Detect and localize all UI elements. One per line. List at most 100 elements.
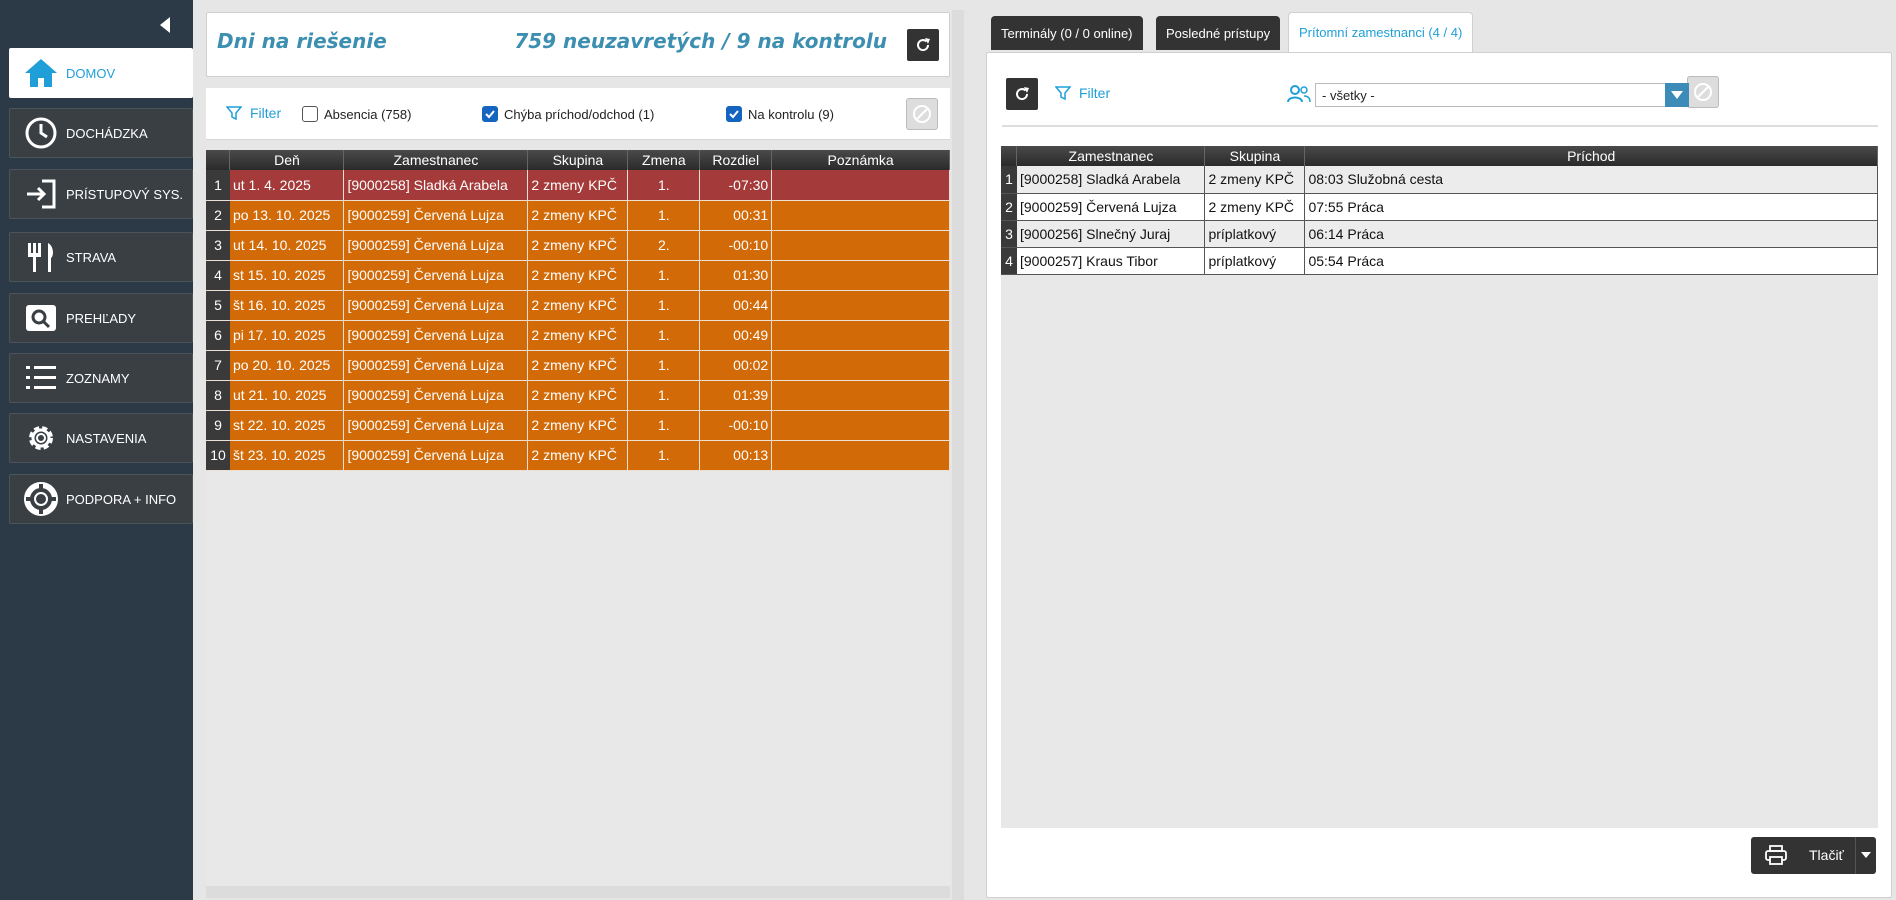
to-check-checkbox[interactable]: Na kontrolu (9) (726, 106, 834, 122)
cell-arrival: 06:14 Práca (1304, 220, 1878, 248)
table-row[interactable]: 9st 22. 10. 2025 [9000259] Červená Lujza 2… (206, 410, 950, 441)
check-icon (729, 110, 739, 119)
employee-group-select[interactable]: - všetky - (1315, 83, 1689, 107)
cell-shift: 1. (627, 260, 701, 291)
cell-difference: 00:49 (699, 320, 773, 351)
horizontal-scrollbar[interactable] (206, 886, 950, 898)
refresh-button[interactable] (1006, 78, 1038, 110)
column-header[interactable]: Skupina (527, 150, 629, 170)
column-header[interactable]: Zamestnanec (1016, 146, 1206, 166)
block-icon (1694, 83, 1712, 101)
login-icon (22, 175, 60, 213)
refresh-button[interactable] (907, 29, 939, 61)
table-row[interactable]: 8 ut 21. 10. 2025 [9000259] Červená Lujza 2… (206, 380, 950, 411)
column-header[interactable]: Príchod (1304, 146, 1878, 166)
print-label: Tlačiť (1809, 847, 1844, 863)
cell-employee: [9000258] Sladká Arabela (1016, 166, 1206, 194)
cell-day: po 20. 10. 2025 (229, 350, 345, 381)
list-icon (22, 359, 60, 397)
cell-arrival: 07:55 Práca (1304, 193, 1878, 221)
vertical-scrollbar[interactable] (952, 10, 964, 900)
gear-icon (22, 419, 60, 457)
table-row[interactable]: 1 ut 1. 4. 2025 [9000258] Sladká Arabela 2 … (206, 170, 950, 201)
row-number: 8 (206, 380, 230, 411)
cell-group: 2 zmeny KPČ (527, 350, 629, 381)
table-row[interactable]: 4 [9000257] Kraus Tibor príplatkový 05:54 P… (1001, 247, 1878, 275)
table-row[interactable]: 3 ut 14. 10. 2025 [9000259] Červená Lujza 2… (206, 230, 950, 261)
table-row[interactable]: 5 št 16. 10. 2025 [9000259] Červená Lujza 2… (206, 290, 950, 321)
cell-group: 2 zmeny KPČ (527, 200, 629, 231)
cell-group: 2 zmeny KPČ (527, 320, 629, 351)
filter-button[interactable]: Filter (226, 105, 281, 121)
table-header-row: Zamestnanec Skupina Príchod (1001, 146, 1878, 166)
clear-filter-button[interactable] (906, 98, 938, 130)
cell-employee: [9000257] Kraus Tibor (1016, 247, 1206, 275)
sidebar-item-domov[interactable]: DOMOV (9, 48, 193, 98)
cell-arrival: 05:54 Práca (1304, 247, 1878, 275)
cell-difference: 00:02 (699, 350, 773, 381)
table-row[interactable]: 2 po 13. 10. 2025 [9000259] Červená Lujza 2… (206, 200, 950, 231)
column-header[interactable]: Zamestnanec (343, 150, 529, 170)
tab-last-accesses[interactable]: Posledné prístupy (1156, 16, 1281, 50)
cell-difference: -07:30 (699, 170, 773, 201)
chevron-down-icon[interactable] (1665, 83, 1689, 107)
table-row[interactable]: 6 pi 17. 10. 2025 [9000259] Červená Lujza 2… (206, 320, 950, 351)
table-row[interactable]: 4st 15. 10. 2025 [9000259] Červená Lujza 2… (206, 260, 950, 291)
clear-filter-button[interactable] (1687, 76, 1719, 108)
cell-employee: [9000256] Slnečný Juraj (1016, 220, 1206, 248)
checkbox-box[interactable] (302, 106, 318, 122)
checkbox-label: Absencia (758) (324, 106, 412, 122)
checkbox-box[interactable] (482, 106, 498, 122)
row-number: 2 (206, 200, 230, 231)
sidebar-item-label: PREHĽADY (66, 310, 137, 326)
cell-day: st 22. 10. 2025 (229, 410, 345, 441)
cell-group: 2 zmeny KPČ (1204, 193, 1306, 221)
sidebar-item-zoznamy[interactable]: ZOZNAMY (9, 353, 193, 403)
table-row[interactable]: 1 [9000258] Sladká Arabela 2 zmeny KPČ 08:0… (1001, 166, 1878, 194)
absence-checkbox[interactable]: Absencia (758) (302, 106, 411, 122)
chevron-down-icon[interactable] (1861, 852, 1871, 858)
table-row[interactable]: 7 po 20. 10. 2025 [9000259] Červená Lujza 2… (206, 350, 950, 381)
print-button[interactable]: Tlačiť (1751, 837, 1876, 874)
column-header[interactable]: Rozdiel (699, 150, 773, 170)
tab-present-employees[interactable]: Prítomní zamestnanci (4 / 4) (1288, 12, 1474, 52)
table-row[interactable]: 2 [9000259] Červená Lujza 2 zmeny KPČ 07:55… (1001, 193, 1878, 221)
sidebar-item-label: DOMOV (66, 65, 116, 81)
sidebar-item-dochadzka[interactable]: DOCHÁDZKA (9, 108, 193, 158)
table-row[interactable]: 3 [9000256] Slnečný Juraj príplatkový 06:14… (1001, 220, 1878, 248)
filter-button[interactable]: Filter (1055, 85, 1110, 101)
collapse-sidebar-icon[interactable] (158, 16, 172, 34)
sidebar-item-nastavenia[interactable]: NASTAVENIA (9, 413, 193, 463)
sidebar-item-prehlady[interactable]: PREHĽADY (9, 293, 193, 343)
unresolved-summary: 759 neuzavretých / 9 na kontrolu (514, 29, 887, 53)
row-number: 3 (206, 230, 230, 261)
cell-note (771, 380, 950, 411)
cell-arrival: 08:03 Služobná cesta (1304, 166, 1878, 194)
sidebar-item-strava[interactable]: STRAVA (9, 232, 193, 282)
tab-label: Terminály (0 / 0 online) (1001, 25, 1133, 41)
filter-label: Filter (1079, 85, 1111, 101)
cell-shift: 1. (627, 440, 701, 471)
column-header[interactable]: Deň (229, 150, 345, 170)
checkbox-box[interactable] (726, 106, 742, 122)
tab-terminals[interactable]: Terminály (0 / 0 online) (991, 16, 1143, 50)
cell-group: 2 zmeny KPČ (527, 170, 629, 201)
cell-employee: [9000259] Červená Lujza (343, 350, 529, 381)
cell-difference: -00:10 (699, 410, 773, 441)
cell-day: št 16. 10. 2025 (229, 290, 345, 321)
cell-difference: 00:44 (699, 290, 773, 321)
cell-group: 2 zmeny KPČ (527, 260, 629, 291)
column-header[interactable]: Zmena (627, 150, 701, 170)
sidebar-item-podpora-info[interactable]: PODPORA + INFO (9, 474, 193, 524)
missing-arrival-departure-checkbox[interactable]: Chýba príchod/odchod (1) (482, 106, 654, 122)
cell-difference: 00:13 (699, 440, 773, 471)
sidebar-item-label: PODPORA + INFO (66, 491, 177, 507)
column-header[interactable]: Skupina (1204, 146, 1306, 166)
sidebar-item-label: DOCHÁDZKA (66, 125, 148, 141)
column-header[interactable]: Poznámka (771, 150, 950, 170)
unresolved-days-header: Dni na riešenie 759 neuzavretých / 9 na … (206, 12, 950, 77)
unresolved-days-grid: Deň Zamestnanec Skupina Zmena Rozdiel Po… (206, 150, 950, 886)
refresh-icon (917, 38, 930, 52)
table-row[interactable]: 10 št 23. 10. 2025 [9000259] Červená Lujza… (206, 440, 950, 471)
sidebar-item-pristupovy-sys[interactable]: PRÍSTUPOVÝ SYS. (9, 169, 193, 219)
